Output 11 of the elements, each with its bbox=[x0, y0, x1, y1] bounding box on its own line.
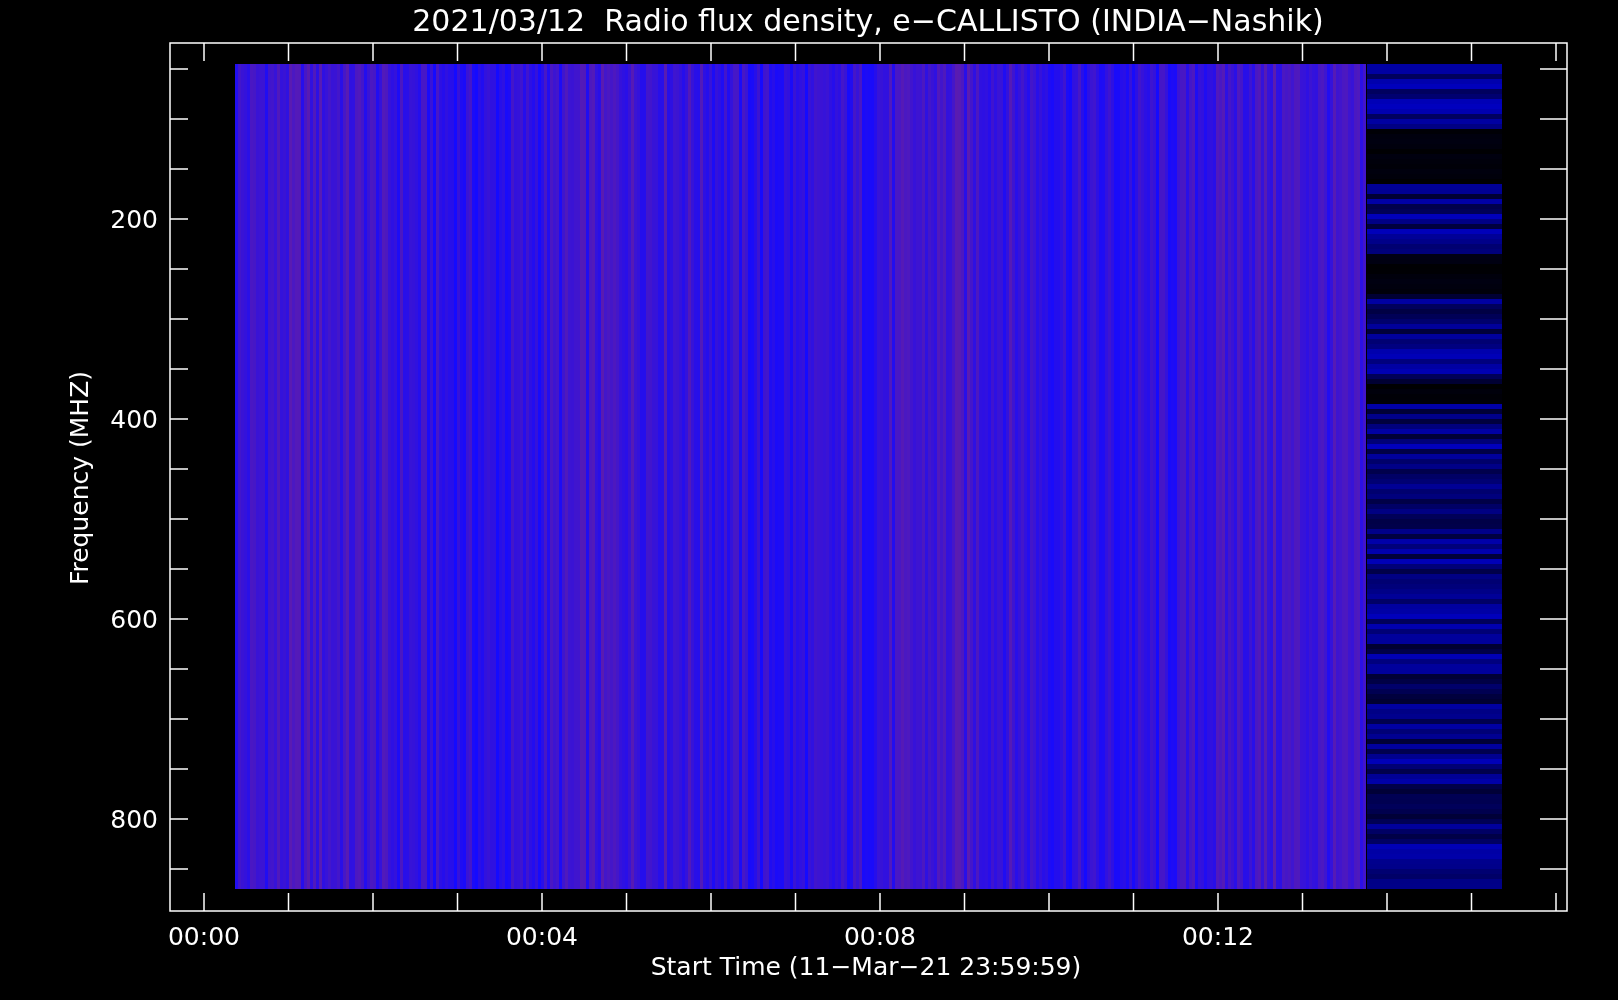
x-tick-label: 00:12 bbox=[1182, 922, 1254, 951]
chart-title: 2021/03/12 Radio flux density, e−CALLISTO (INDIA−Nashik) bbox=[412, 3, 1324, 38]
y-tick-label: 200 bbox=[110, 205, 158, 234]
x-tick-label: 00:00 bbox=[168, 922, 240, 951]
x-axis-label: Start Time (11−Mar−21 23:59:59) bbox=[650, 952, 1082, 981]
y-axis-label: Frequency (MHZ) bbox=[65, 370, 94, 586]
x-tick-label: 00:08 bbox=[844, 922, 916, 951]
x-tick-label: 00:04 bbox=[506, 922, 578, 951]
y-tick-label: 600 bbox=[110, 605, 158, 634]
y-tick-label: 800 bbox=[110, 805, 158, 834]
y-tick-label: 400 bbox=[110, 405, 158, 434]
